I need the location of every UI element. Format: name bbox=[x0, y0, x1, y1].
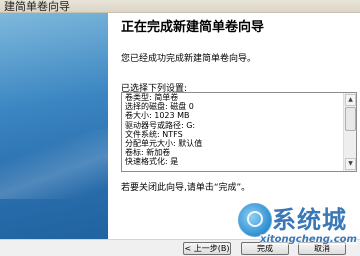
close-instruction: 若要关闭此向导,请单击“完成”。 bbox=[121, 183, 251, 193]
scroll-up-icon[interactable]: ▲ bbox=[345, 94, 356, 106]
watermark-title: 系统城 bbox=[272, 206, 347, 234]
setting-allocation-unit: 分配单元大小: 默认值 bbox=[125, 139, 203, 149]
setting-volume-type: 卷类型: 简单卷 bbox=[125, 93, 179, 102]
completion-message: 您已经成功完成新建简单卷向导。 bbox=[121, 54, 257, 64]
settings-scrollbar[interactable]: ▲ ▼ bbox=[343, 93, 356, 171]
back-button[interactable]: < 上一步(B) bbox=[183, 242, 231, 255]
setting-quick-format: 快速格式化: 是 bbox=[125, 157, 179, 167]
setting-volume-size: 卷大小: 1023 MB bbox=[125, 111, 190, 121]
watermark-logo: 系统城 xitongcheng.com bbox=[238, 200, 360, 255]
scroll-down-icon[interactable]: ▼ bbox=[345, 158, 356, 170]
title-bar: 建简单卷向导 bbox=[0, 0, 360, 13]
setting-volume-label: 卷标: 新加卷 bbox=[125, 148, 171, 158]
setting-file-system: 文件系统: NTFS bbox=[125, 129, 183, 139]
page-title: 正在完成新建简单卷向导 bbox=[121, 20, 265, 35]
scroll-thumb[interactable] bbox=[345, 107, 356, 131]
globe-icon bbox=[238, 203, 272, 237]
settings-summary-box[interactable]: 卷类型: 简单卷 选择的磁盘: 磁盘 0 卷大小: 1023 MB 驱动器号或路… bbox=[121, 92, 357, 172]
window-title: 建简单卷向导 bbox=[4, 0, 70, 13]
banner-highlight bbox=[0, 129, 108, 199]
setting-drive-letter: 驱动器号或路径: G: bbox=[125, 120, 196, 130]
settings-list: 卷类型: 简单卷 选择的磁盘: 磁盘 0 卷大小: 1023 MB 驱动器号或路… bbox=[125, 93, 343, 167]
setting-disk: 选择的磁盘: 磁盘 0 bbox=[125, 102, 194, 112]
wizard-banner bbox=[0, 13, 108, 239]
watermark-url: xitongcheng.com bbox=[260, 234, 357, 245]
